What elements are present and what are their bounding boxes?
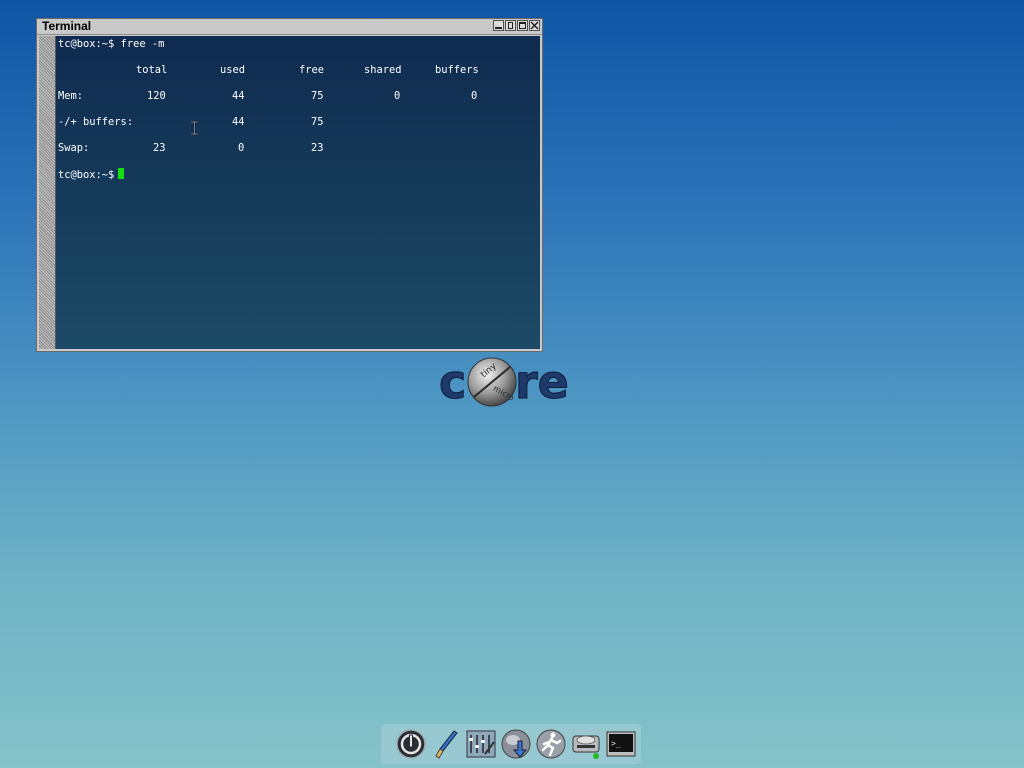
mem-used: 44: [232, 90, 245, 102]
app-dock: >_: [381, 724, 641, 764]
terminal-cursor: [118, 168, 125, 179]
swap-free: 23: [311, 142, 324, 154]
logo-letters-re: re: [515, 355, 569, 409]
row-label: Mem:: [58, 90, 84, 102]
terminal-icon: >_: [606, 731, 636, 757]
header-used: used: [220, 64, 246, 76]
swap-used: 0: [238, 142, 245, 154]
control-panel-icon: [466, 730, 496, 758]
tinycore-logo: c tiny micro re: [439, 355, 569, 410]
buffers-used: 44: [232, 116, 245, 128]
minimize-button[interactable]: [493, 20, 504, 31]
restore-button[interactable]: [505, 20, 516, 31]
header-total: total: [136, 64, 168, 76]
mem-total: 120: [147, 90, 166, 102]
editor-button[interactable]: [430, 728, 462, 760]
power-icon: [396, 729, 426, 759]
terminal-launcher-button[interactable]: >_: [605, 728, 637, 760]
window-titlebar[interactable]: Terminal: [37, 19, 542, 35]
mem-buffers: 0: [471, 90, 478, 102]
header-shared: shared: [364, 64, 402, 76]
mount-tool-button[interactable]: [570, 728, 602, 760]
terminal-window[interactable]: Terminal tc@box:~$ free -m total used free…: [36, 18, 543, 352]
buffers-free: 75: [311, 116, 324, 128]
svg-text:>_: >_: [611, 739, 621, 748]
header-free: free: [299, 64, 325, 76]
command-line: tc@box:~$ free -m: [58, 38, 165, 50]
maximize-button[interactable]: [517, 20, 528, 31]
header-row: total used free shared buffers: [58, 64, 540, 77]
control-panel-button[interactable]: [465, 728, 497, 760]
window-title: Terminal: [42, 19, 92, 33]
logo-letter-c: c: [439, 355, 466, 409]
power-button[interactable]: [395, 728, 427, 760]
mem-shared: 0: [394, 90, 401, 102]
header-buffers: buffers: [435, 64, 479, 76]
mount-tool-icon: [572, 735, 600, 759]
row-label: -/+ buffers:: [58, 116, 134, 128]
editor-brush-icon: [435, 730, 458, 759]
terminal-output[interactable]: tc@box:~$ free -m total used free shared buf…: [56, 36, 540, 349]
apps-button[interactable]: [500, 728, 532, 760]
buffers-row: -/+ buffers: 44 75: [58, 116, 540, 129]
ibeam-cursor-icon: [191, 121, 198, 135]
apps-install-icon: [501, 729, 531, 759]
row-label: Swap:: [58, 142, 90, 154]
prompt-line: tc@box:~$: [58, 168, 540, 181]
terminal-scrollbar[interactable]: [39, 36, 56, 349]
run-button[interactable]: [535, 728, 567, 760]
close-button[interactable]: [529, 20, 540, 31]
mem-row: Mem: 120 44 75 0 0: [58, 90, 540, 103]
run-icon: [536, 729, 566, 759]
close-icon: [530, 21, 539, 30]
swap-row: Swap: 23 0 23: [58, 142, 540, 155]
swap-total: 23: [153, 142, 166, 154]
mem-free: 75: [311, 90, 324, 102]
